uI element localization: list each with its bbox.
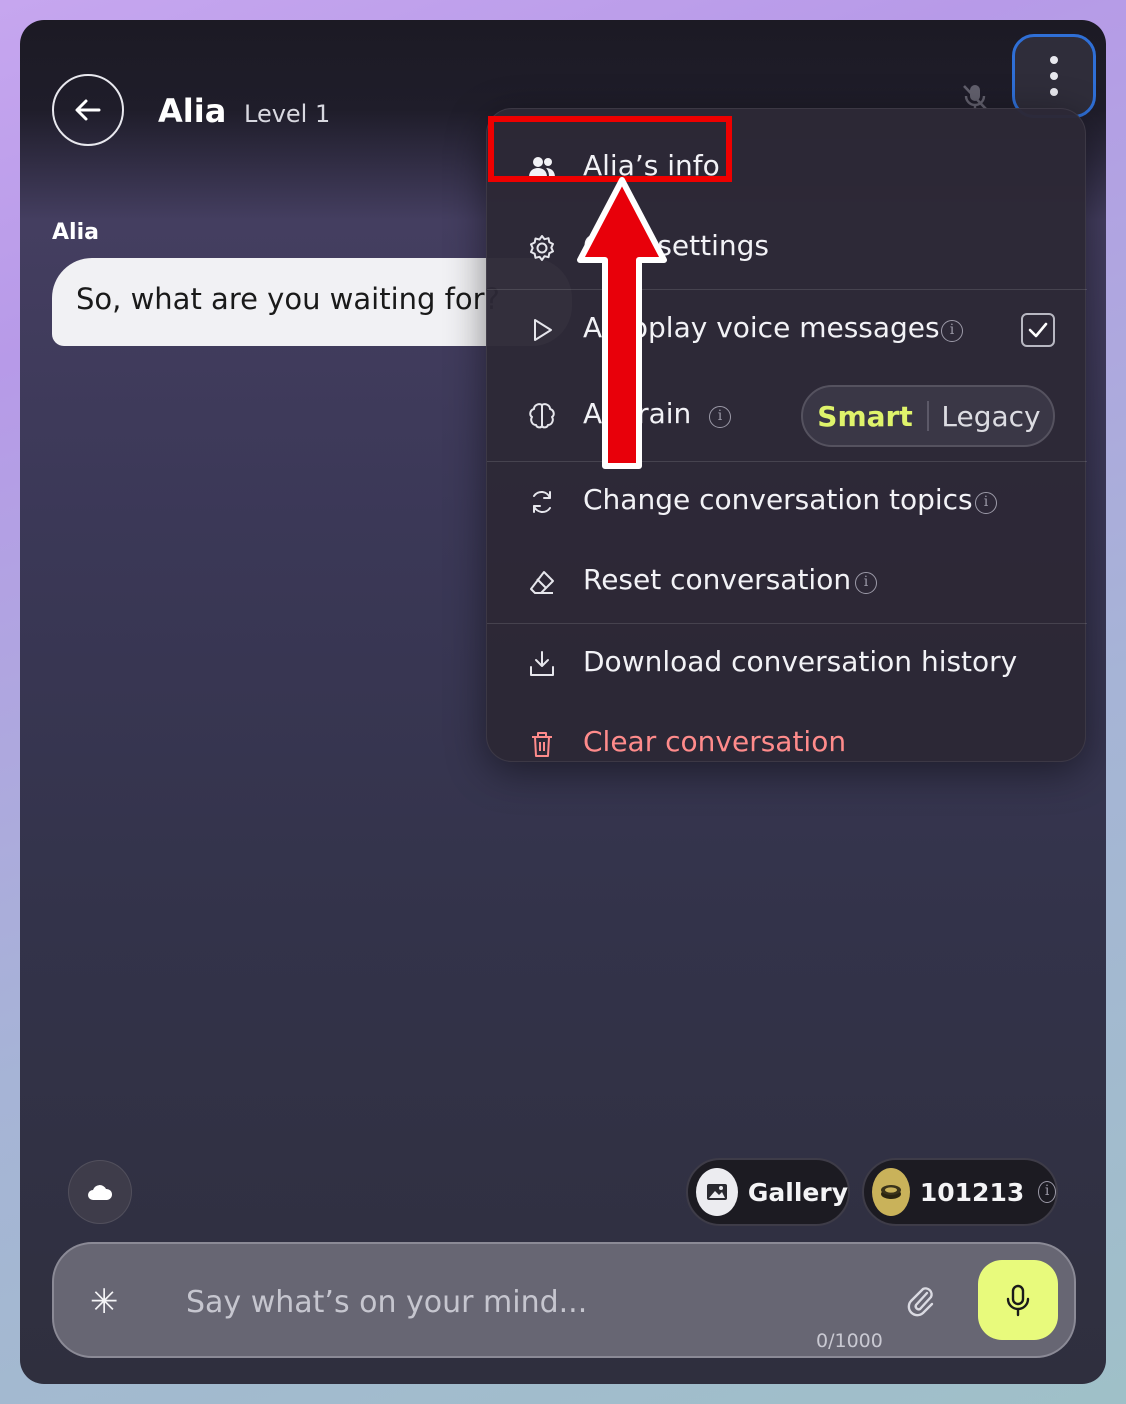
refresh-icon	[533, 491, 551, 513]
users-icon	[529, 157, 555, 177]
char-counter: 0/1000	[816, 1330, 883, 1352]
menu-label-info: Alia’s info	[583, 149, 720, 182]
menu-item-autoplay[interactable]: Autoplay voice messages i	[487, 295, 1087, 365]
back-button[interactable]	[52, 74, 124, 146]
info-icon[interactable]: i	[855, 572, 877, 594]
options-menu: Alia’s info Chat settings Autoplay voice…	[486, 108, 1087, 762]
coins-icon	[872, 1168, 910, 1216]
check-icon	[1028, 322, 1048, 338]
menu-label-download: Download conversation history	[583, 645, 1018, 678]
info-icon[interactable]: i	[941, 320, 963, 342]
menu-item-reset[interactable]: Reset conversation i	[487, 547, 1087, 617]
info-icon[interactable]: i	[975, 492, 997, 514]
menu-item-info[interactable]: Alia’s info	[487, 133, 1087, 203]
image-icon	[696, 1168, 738, 1216]
info-icon[interactable]: i	[1038, 1181, 1056, 1203]
cloud-button[interactable]	[68, 1160, 132, 1224]
dot-icon	[1050, 56, 1058, 64]
menu-label-reset: Reset conversation	[583, 563, 852, 596]
message-composer: ✳ 0/1000	[52, 1242, 1076, 1358]
coins-balance[interactable]: 101213 i	[862, 1158, 1058, 1226]
menu-label-chat-settings: Chat settings	[583, 229, 769, 262]
voice-record-button[interactable]	[978, 1260, 1058, 1340]
trash-icon	[532, 732, 552, 757]
gallery-label: Gallery	[747, 1177, 848, 1207]
eraser-icon	[530, 571, 554, 594]
menu-item-change-topics[interactable]: Change conversation topics i	[487, 467, 1087, 537]
menu-label-clear: Clear conversation	[583, 725, 847, 758]
ai-brain-option-legacy[interactable]: Legacy	[929, 400, 1053, 433]
menu-item-clear[interactable]: Clear conversation	[487, 709, 1087, 779]
paperclip-icon[interactable]	[906, 1284, 936, 1318]
menu-divider	[487, 623, 1087, 624]
ai-brain-option-smart[interactable]: Smart	[803, 400, 927, 433]
menu-label-change-topics: Change conversation topics	[583, 483, 973, 516]
arrow-left-icon	[75, 99, 101, 121]
menu-label-autoplay: Autoplay voice messages	[583, 311, 940, 344]
asterisk-icon[interactable]: ✳	[90, 1282, 119, 1322]
menu-divider	[487, 289, 1087, 290]
info-icon[interactable]: i	[709, 406, 731, 428]
coins-value: 101213	[919, 1177, 1025, 1207]
gear-icon	[530, 235, 554, 261]
menu-label-ai-brain: AI brain	[583, 397, 692, 430]
dot-icon	[1050, 88, 1058, 96]
dot-icon	[1050, 72, 1058, 80]
more-options-button[interactable]	[1012, 34, 1096, 118]
character-level: Level 1	[244, 100, 331, 128]
menu-divider	[487, 461, 1087, 462]
message-sender: Alia	[52, 220, 99, 245]
autoplay-checkbox[interactable]	[1021, 313, 1055, 347]
cloud-icon	[88, 1185, 113, 1200]
download-icon	[530, 651, 554, 676]
menu-item-chat-settings[interactable]: Chat settings	[487, 213, 1087, 283]
ai-brain-toggle: Smart Legacy	[801, 385, 1055, 447]
microphone-icon	[1006, 1284, 1030, 1317]
play-icon	[534, 319, 552, 341]
brain-icon	[529, 403, 555, 429]
menu-item-download[interactable]: Download conversation history	[487, 629, 1087, 699]
message-input[interactable]	[186, 1278, 866, 1326]
gallery-button[interactable]: Gallery	[686, 1158, 850, 1226]
character-name: Alia	[158, 92, 227, 130]
chat-window: Alia Level 1 Alia So, what are you waiti…	[20, 20, 1106, 1384]
